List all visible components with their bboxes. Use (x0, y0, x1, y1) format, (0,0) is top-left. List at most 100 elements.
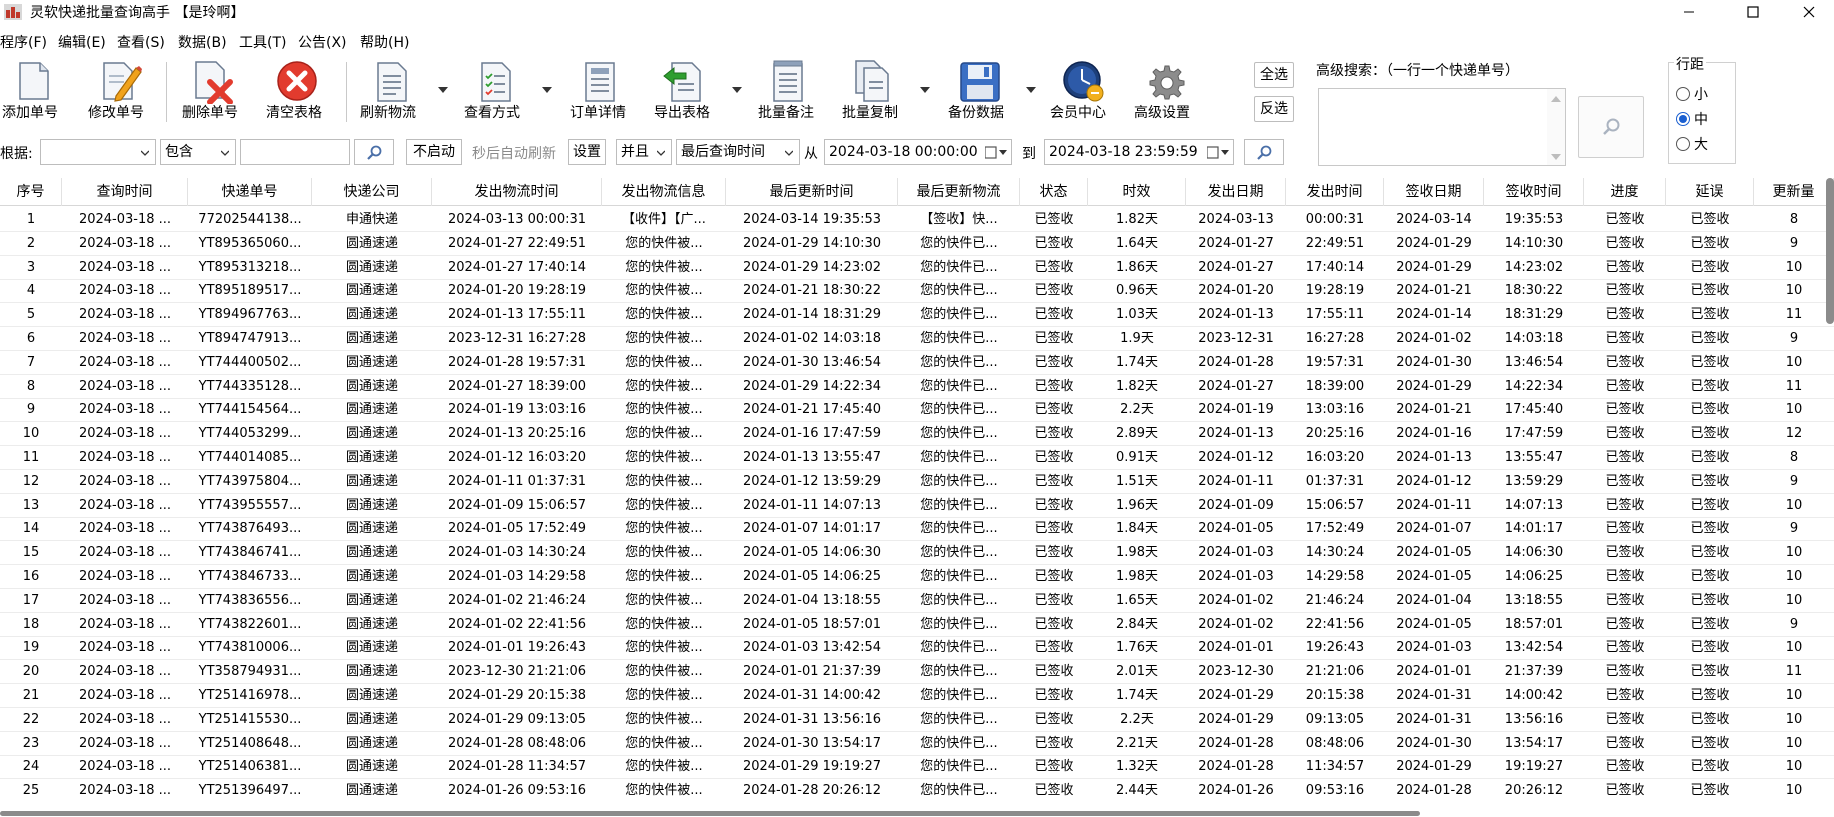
row-spacing-large-radio[interactable]: 大 (1676, 134, 1736, 154)
delete-number-button[interactable]: 删除单号 (180, 56, 246, 128)
table-row[interactable]: 17 2024-03-18 ... YT743836556... 圆通速递 2024-0… (0, 589, 1834, 613)
export-table-button[interactable]: 导出表格 (652, 56, 742, 128)
cell-col-delay: 已签收 (1690, 426, 1730, 442)
header-col-sign-date[interactable]: 签收日期 (1384, 178, 1484, 206)
menu-notice[interactable]: 公告(X) (298, 32, 347, 52)
header-col-duration[interactable]: 时效 (1088, 178, 1186, 206)
table-row[interactable]: 9 2024-03-18 ... YT744154564... 圆通速递 2024-01… (0, 398, 1834, 423)
table-row[interactable]: 23 2024-03-18 ... YT251408648... 圆通速递 2024-0… (0, 732, 1834, 756)
header-col-ship-date[interactable]: 发出日期 (1186, 178, 1286, 206)
row-spacing-small-radio[interactable]: 小 (1676, 84, 1736, 104)
header-col-courier[interactable]: 快递公司 (312, 178, 432, 206)
filter-mode-select[interactable]: 包含 (160, 139, 236, 165)
select-all-button[interactable]: 全选 (1254, 62, 1294, 88)
refresh-logistics-button[interactable]: 刷新物流 (360, 56, 450, 128)
dropdown-arrow-icon[interactable] (1026, 86, 1036, 94)
header-col-delay[interactable]: 延误 (1666, 178, 1754, 206)
table-row[interactable]: 2 2024-03-18 ... YT895365060... 圆通速递 2024-01… (0, 232, 1834, 256)
scroll-up-icon[interactable] (1551, 95, 1561, 103)
table-row[interactable]: 20 2024-03-18 ... YT358794931... 圆通速递 2023-1… (0, 660, 1834, 685)
invert-selection-button[interactable]: 反选 (1254, 96, 1294, 122)
header-col-status[interactable]: 状态 (1020, 178, 1088, 206)
batch-copy-button[interactable]: 批量复制 (840, 56, 930, 128)
table-row[interactable]: 12 2024-03-18 ... YT743975804... 圆通速递 2024-0… (0, 470, 1834, 494)
dropdown-arrow-icon[interactable] (920, 86, 930, 94)
cell-col-tracking-number: YT895189517... (198, 283, 302, 299)
table-row[interactable]: 11 2024-03-18 ... YT744014085... 圆通速递 2024-0… (0, 446, 1834, 470)
minimize-button[interactable] (1666, 0, 1712, 24)
table-row[interactable]: 4 2024-03-18 ... YT895189517... 圆通速递 2024-01… (0, 279, 1834, 304)
textarea-scrollbar[interactable] (1547, 89, 1565, 165)
table-row[interactable]: 3 2024-03-18 ... YT895313218... 圆通速递 2024-01… (0, 256, 1834, 280)
menu-edit[interactable]: 编辑(E) (58, 32, 106, 52)
table-row[interactable]: 5 2024-03-18 ... YT894967763... 圆通速递 2024-01… (0, 303, 1834, 328)
menu-help[interactable]: 帮助(H) (360, 32, 409, 52)
table-row[interactable]: 19 2024-03-18 ... YT743810006... 圆通速递 2024-0… (0, 636, 1834, 661)
table-row[interactable]: 24 2024-03-18 ... YT251406381... 圆通速递 2024-0… (0, 755, 1834, 780)
dropdown-arrow-icon[interactable] (542, 86, 552, 94)
advanced-search-textarea[interactable] (1318, 88, 1566, 166)
table-row[interactable]: 22 2024-03-18 ... YT251415530... 圆通速递 2024-0… (0, 708, 1834, 732)
advanced-search-button[interactable] (1578, 96, 1644, 158)
order-details-button[interactable]: 订单详情 (568, 56, 634, 128)
table-row[interactable]: 21 2024-03-18 ... YT251416978... 圆通速递 2024-0… (0, 684, 1834, 708)
row-spacing-medium-radio[interactable]: 中 (1676, 109, 1736, 129)
cell-col-ship-clock: 22:49:51 (1305, 235, 1365, 251)
table-row[interactable]: 14 2024-03-18 ... YT743876493... 圆通速递 2024-0… (0, 517, 1834, 542)
logic-select[interactable]: 并且 (616, 139, 672, 165)
menu-view[interactable]: 查看(S) (117, 32, 165, 52)
table-row[interactable]: 16 2024-03-18 ... YT743846733... 圆通速递 2024-0… (0, 565, 1834, 589)
header-col-sign-clock[interactable]: 签收时间 (1484, 178, 1584, 206)
table-row[interactable]: 6 2024-03-18 ... YT894747913... 圆通速递 2023-12… (0, 327, 1834, 351)
date-from-picker[interactable]: 2024-03-18 00:00:00 (824, 139, 1012, 165)
header-col-index[interactable]: 序号 (0, 178, 62, 206)
date-search-button[interactable] (1244, 139, 1284, 165)
filter-field-select[interactable] (40, 139, 156, 165)
table-row[interactable]: 10 2024-03-18 ... YT744053299... 圆通速递 2024-0… (0, 422, 1834, 447)
filter-keyword-input[interactable] (240, 139, 350, 165)
batch-note-button[interactable]: 批量备注 (756, 56, 822, 128)
header-col-last-update-time[interactable]: 最后更新时间 (726, 178, 898, 206)
dropdown-arrow-icon[interactable] (732, 86, 742, 94)
calendar-dropdown-icon[interactable] (985, 146, 1007, 160)
table-row[interactable]: 7 2024-03-18 ... YT744400502... 圆通速递 2024-01… (0, 351, 1834, 375)
auto-refresh-toggle[interactable]: 不启动 (406, 139, 462, 165)
menu-data[interactable]: 数据(B) (178, 32, 227, 52)
add-number-button[interactable]: 添加单号 (0, 56, 62, 128)
member-center-button[interactable]: 会员中心 (1048, 56, 1116, 128)
header-col-last-update-info[interactable]: 最后更新物流 (898, 178, 1020, 206)
dropdown-arrow-icon[interactable] (438, 86, 448, 94)
cell-col-sign-clock: 14:06:25 (1504, 569, 1564, 584)
header-col-ship-info[interactable]: 发出物流信息 (602, 178, 726, 206)
filter-search-button[interactable] (354, 139, 394, 165)
calendar-dropdown-icon[interactable] (1207, 146, 1229, 160)
cell-col-status: 已签收 (1034, 735, 1074, 751)
table-row[interactable]: 25 2024-03-18 ... YT251396497... 圆通速递 2024-0… (0, 779, 1834, 802)
table-row[interactable]: 15 2024-03-18 ... YT743846741... 圆通速递 2024-0… (0, 541, 1834, 566)
advanced-settings-button[interactable]: 高级设置 (1132, 56, 1200, 128)
date-to-picker[interactable]: 2024-03-18 23:59:59 (1044, 139, 1234, 165)
table-row[interactable]: 8 2024-03-18 ... YT744335128... 圆通速递 2024-01… (0, 375, 1834, 399)
auto-refresh-settings-button[interactable]: 设置 (568, 139, 606, 165)
edit-number-button[interactable]: 修改单号 (86, 56, 152, 128)
vertical-scrollbar[interactable] (1826, 178, 1834, 324)
menu-program[interactable]: 程序(F) (0, 32, 47, 52)
scroll-down-icon[interactable] (1551, 153, 1561, 161)
table-row[interactable]: 13 2024-03-18 ... YT743955557... 圆通速递 2024-0… (0, 494, 1834, 518)
horizontal-scrollbar[interactable] (0, 811, 1420, 816)
backup-data-button[interactable]: 备份数据 (944, 56, 1036, 128)
maximize-button[interactable] (1730, 0, 1776, 24)
close-button[interactable] (1786, 0, 1832, 24)
time-field-select[interactable]: 最后查询时间 (676, 139, 800, 165)
header-col-update-count[interactable]: 更新量 (1754, 178, 1834, 206)
table-row[interactable]: 1 2024-03-18 ... 77202544138... 申通快递 2024-03… (0, 208, 1834, 232)
table-row[interactable]: 18 2024-03-18 ... YT743822601... 圆通速递 2024-0… (0, 613, 1834, 637)
header-col-progress[interactable]: 进度 (1584, 178, 1666, 206)
clear-table-button[interactable]: 清空表格 (264, 56, 330, 128)
header-col-query-time[interactable]: 查询时间 (62, 178, 188, 206)
menu-tools[interactable]: 工具(T) (239, 32, 286, 52)
view-mode-button[interactable]: 查看方式 (464, 56, 554, 128)
header-col-ship-clock[interactable]: 发出时间 (1286, 178, 1384, 206)
header-col-ship-time[interactable]: 发出物流时间 (432, 178, 602, 206)
header-col-tracking-number[interactable]: 快递单号 (188, 178, 312, 206)
